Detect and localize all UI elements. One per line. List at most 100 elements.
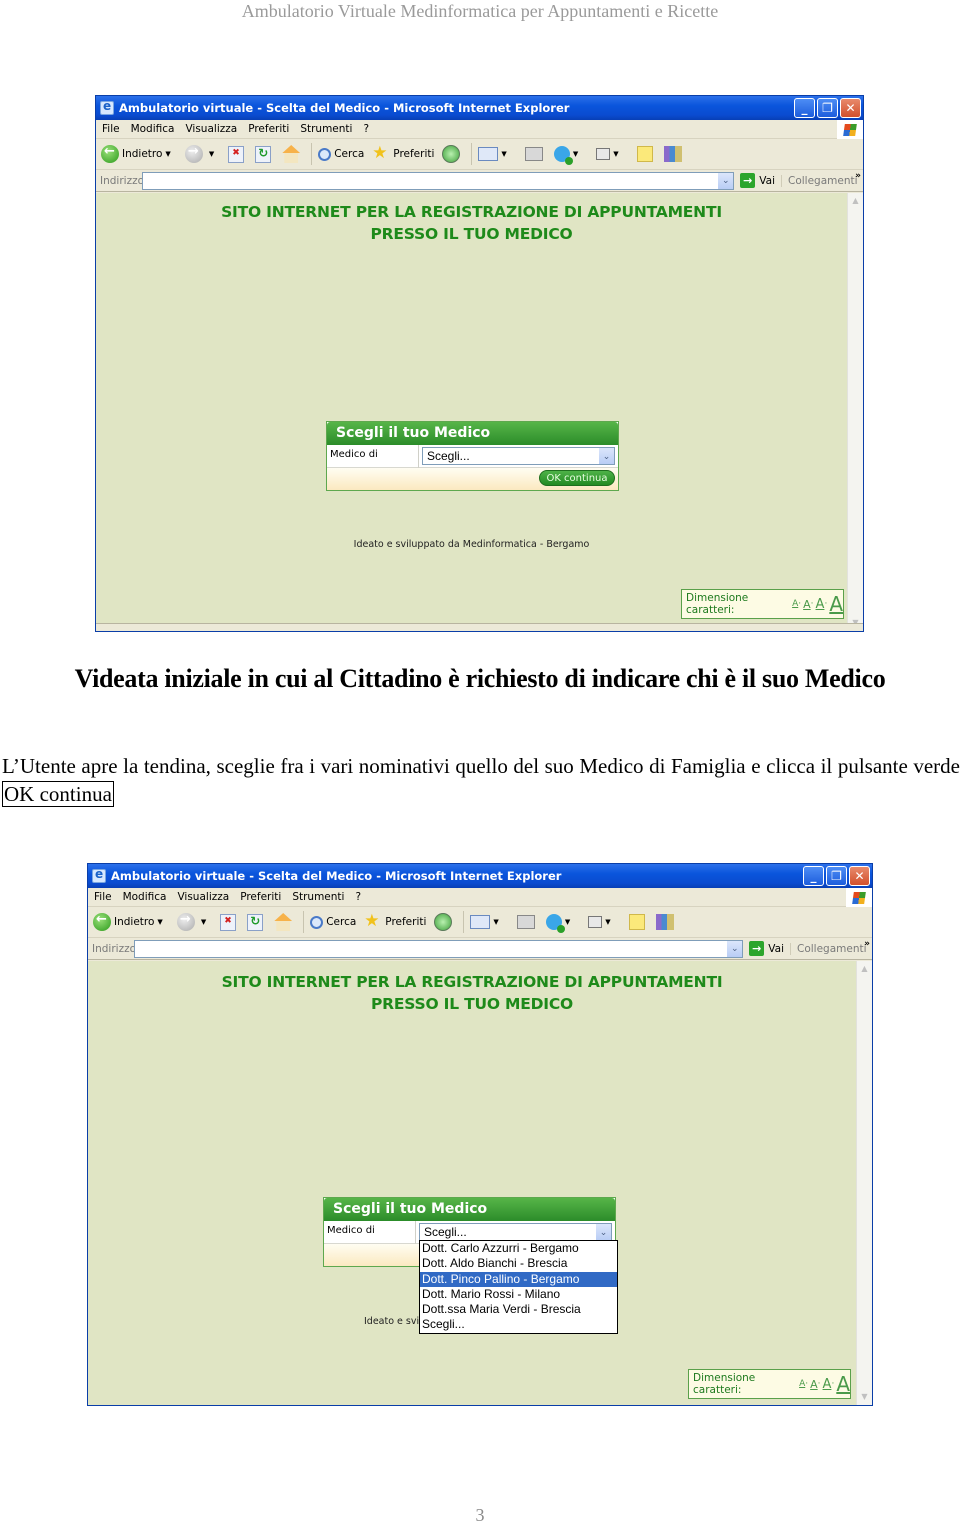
menu-visualizza[interactable]: Visualizza	[177, 891, 229, 903]
chevron-down-icon[interactable]: ▼	[165, 150, 170, 158]
dropdown-option[interactable]: Dott. Aldo Bianchi - Brescia	[420, 1256, 617, 1271]
doctor-select[interactable]: Scegli... ⌄	[422, 447, 615, 465]
skype-button[interactable]: ▼	[553, 146, 588, 165]
chevron-down-icon[interactable]: ⌄	[599, 448, 614, 464]
close-button[interactable]: ✕	[840, 98, 861, 118]
history-button[interactable]	[434, 913, 455, 931]
refresh-button[interactable]	[255, 145, 274, 163]
status-bar	[96, 623, 863, 631]
home-button[interactable]	[274, 913, 295, 931]
dropdown-option[interactable]: Scegli...	[420, 1317, 617, 1332]
notes-button[interactable]	[628, 914, 648, 930]
back-button[interactable]: Indietro▼	[93, 912, 169, 931]
menu-preferiti[interactable]: Preferiti	[248, 123, 289, 135]
menu-visualizza[interactable]: Visualizza	[185, 123, 237, 135]
stop-button[interactable]	[228, 145, 247, 163]
restore-button[interactable]: ❐	[817, 98, 838, 118]
chevron-down-icon[interactable]: ▼	[605, 918, 610, 926]
favorites-button[interactable]: Preferiti	[372, 144, 434, 163]
site-title: SITO INTERNET PER LA REGISTRAZIONE DI AP…	[96, 201, 847, 245]
search-label: Cerca	[326, 916, 357, 928]
stop-button[interactable]	[220, 913, 239, 931]
ok-continue-button[interactable]: OK continua	[539, 470, 615, 486]
go-button[interactable]: → Vai	[734, 173, 781, 188]
font-size-medium[interactable]: A	[803, 598, 811, 611]
menu-help[interactable]: ?	[355, 891, 361, 903]
favorites-button[interactable]: Preferiti	[364, 912, 426, 931]
home-button[interactable]	[282, 145, 303, 163]
edit-button[interactable]: ▼	[588, 916, 620, 928]
vertical-scrollbar[interactable]: ▲ ▼	[847, 193, 863, 631]
star-icon	[372, 144, 390, 163]
close-button[interactable]: ✕	[849, 866, 870, 886]
menu-modifica[interactable]: Modifica	[131, 123, 175, 135]
research-button[interactable]	[663, 146, 685, 162]
chevron-down-icon[interactable]: ⌄	[727, 940, 743, 957]
menu-file[interactable]: File	[102, 123, 120, 135]
links-button[interactable]: Collegamenti»	[781, 171, 863, 187]
scroll-down-icon[interactable]: ▼	[858, 1390, 871, 1404]
chevron-down-icon[interactable]: ▼	[157, 918, 162, 926]
address-input[interactable]: ⌄	[142, 171, 735, 190]
search-icon	[318, 147, 332, 161]
chevron-down-icon[interactable]: ⌄	[596, 1224, 611, 1240]
dropdown-option[interactable]: Dott. Carlo Azzurri - Bergamo	[420, 1241, 617, 1256]
back-label: Indietro	[122, 148, 163, 160]
vertical-scrollbar[interactable]: ▲ ▼	[856, 961, 872, 1405]
go-button[interactable]: → Vai	[743, 941, 790, 956]
chevron-down-icon[interactable]: ▼	[573, 150, 578, 158]
skype-icon	[545, 914, 565, 933]
chevron-down-icon[interactable]: ▼	[565, 918, 570, 926]
font-size-large[interactable]: A	[816, 597, 825, 612]
edit-button[interactable]: ▼	[596, 148, 628, 160]
scroll-up-icon[interactable]: ▲	[858, 962, 871, 976]
links-button[interactable]: Collegamenti»	[790, 939, 872, 955]
menu-strumenti[interactable]: Strumenti	[292, 891, 344, 903]
skype-button[interactable]: ▼	[545, 914, 580, 933]
notes-button[interactable]	[636, 146, 656, 162]
menu-file[interactable]: File	[94, 891, 112, 903]
back-button[interactable]: Indietro▼	[101, 144, 177, 163]
dropdown-option-highlighted[interactable]: Dott. Pinco Pallino - Bergamo	[420, 1271, 617, 1287]
chevron-down-icon[interactable]: ▼	[201, 918, 206, 926]
minimize-button[interactable]: _	[803, 866, 824, 886]
minimize-button[interactable]: _	[794, 98, 815, 118]
research-button[interactable]	[655, 914, 677, 930]
links-label: Collegamenti	[797, 942, 867, 955]
chevron-down-icon[interactable]: ▼	[613, 150, 618, 158]
forward-button[interactable]: ▼	[184, 144, 220, 163]
refresh-button[interactable]	[247, 913, 266, 931]
doctor-select[interactable]: Scegli... ⌄	[419, 1223, 612, 1241]
font-size-xlarge[interactable]: A	[836, 1372, 850, 1396]
dropdown-option[interactable]: Dott.ssa Maria Verdi - Brescia	[420, 1302, 617, 1317]
windows-logo-icon	[846, 888, 872, 907]
history-button[interactable]	[442, 145, 463, 163]
print-button[interactable]	[516, 915, 538, 929]
menu-help[interactable]: ?	[363, 123, 369, 135]
dropdown-option[interactable]: Dott. Mario Rossi - Milano	[420, 1287, 617, 1302]
stop-icon	[228, 145, 245, 163]
menu-strumenti[interactable]: Strumenti	[300, 123, 352, 135]
refresh-icon	[255, 145, 272, 163]
font-size-medium[interactable]: A	[810, 1378, 818, 1391]
search-button[interactable]: Cerca	[318, 147, 364, 161]
chevron-down-icon[interactable]: ▼	[493, 918, 498, 926]
menu-modifica[interactable]: Modifica	[123, 891, 167, 903]
chevron-down-icon[interactable]: ▼	[501, 150, 506, 158]
menu-preferiti[interactable]: Preferiti	[240, 891, 281, 903]
restore-button[interactable]: ❐	[826, 866, 847, 886]
search-button[interactable]: Cerca	[310, 915, 357, 929]
chevron-down-icon[interactable]: ⌄	[718, 172, 734, 189]
mail-button[interactable]: ▼	[478, 147, 516, 161]
mail-button[interactable]: ▼	[470, 915, 508, 929]
font-size-xlarge[interactable]: A	[829, 592, 843, 616]
font-size-large[interactable]: A	[823, 1377, 832, 1392]
print-button[interactable]	[524, 147, 546, 161]
history-icon	[442, 145, 461, 163]
scroll-up-icon[interactable]: ▲	[849, 194, 862, 208]
chevron-down-icon[interactable]: ▼	[209, 150, 214, 158]
address-input[interactable]: ⌄	[134, 939, 744, 958]
font-size-label: Dimensione caratteri:	[686, 592, 749, 616]
forward-button[interactable]: ▼	[176, 912, 212, 931]
window-title: Ambulatorio virtuale - Scelta del Medico…	[111, 869, 562, 883]
